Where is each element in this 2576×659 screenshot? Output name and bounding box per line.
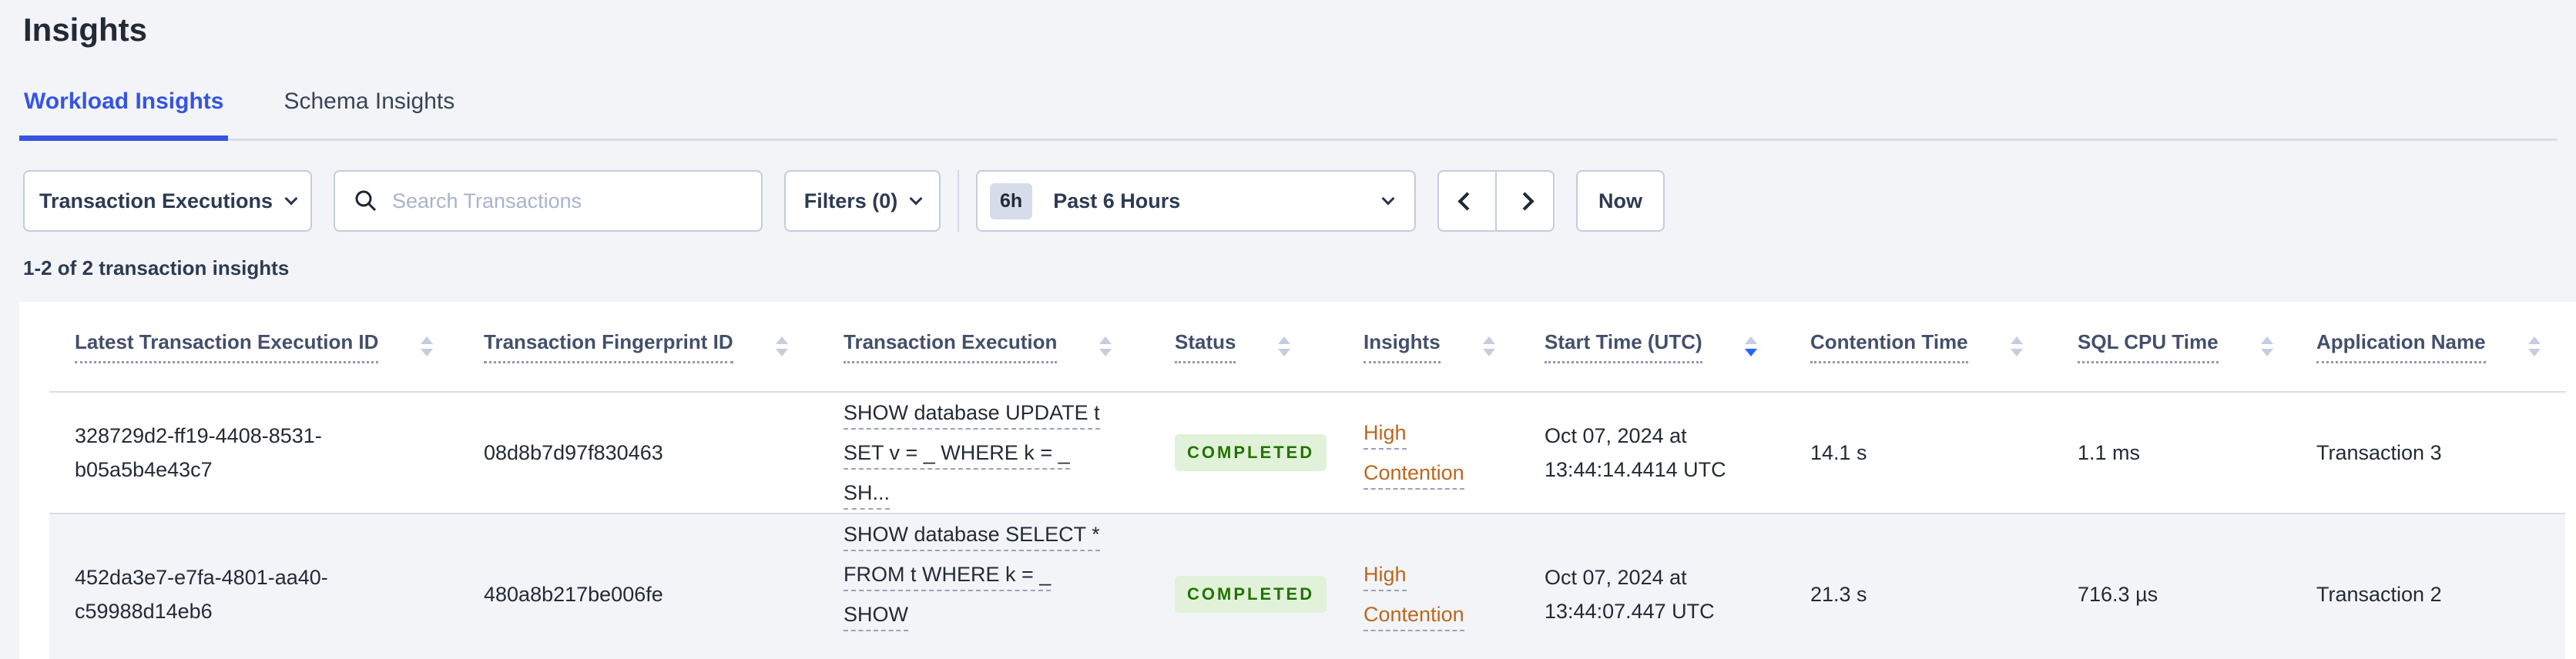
cell-status: COMPLETED [1149, 513, 1338, 659]
time-range-badge: 6h [990, 182, 1033, 219]
column-header-status[interactable]: Status [1149, 302, 1338, 393]
filters-dropdown[interactable]: Filters (0) [784, 170, 941, 232]
cell-insights: High Contention [1338, 513, 1519, 659]
insight-link[interactable]: High Contention [1363, 563, 1464, 632]
column-label: Transaction Execution [844, 330, 1058, 363]
sort-icon[interactable] [421, 336, 434, 357]
table-row: 328729d2-ff19-4408-8531-b05a5b4e43c7 08d8… [49, 392, 2565, 513]
cell-transaction-execution: SHOW database SELECT * FROM t WHERE k = _… [818, 513, 1149, 659]
page-title: Insights [23, 12, 148, 48]
column-header-sql-cpu-time[interactable]: SQL CPU Time [2052, 302, 2291, 393]
cell-start-time: Oct 07, 2024 at 13:44:07.447 UTC [1545, 566, 1715, 624]
results-summary: 1-2 of 2 transaction insights [23, 256, 290, 280]
column-label: Status [1175, 330, 1236, 363]
cell-start-time: Oct 07, 2024 at 13:44:14.4414 UTC [1545, 424, 1726, 482]
cell-contention-time: 21.3 s [1810, 583, 1867, 607]
status-badge: COMPLETED [1175, 434, 1327, 472]
status-badge: COMPLETED [1175, 576, 1327, 614]
column-header-transaction-fingerprint-id[interactable]: Transaction Fingerprint ID [458, 302, 818, 393]
cell-transaction-execution: SHOW database UPDATE t SET v = _ WHERE k … [818, 392, 1149, 513]
sort-icon[interactable] [1278, 336, 1291, 357]
time-range-picker[interactable]: 6h Past 6 Hours [976, 170, 1416, 232]
column-label: SQL CPU Time [2078, 330, 2219, 363]
time-prev-button[interactable] [1437, 170, 1497, 232]
chevron-down-icon [1381, 192, 1395, 206]
cell-latest-execution-id: 328729d2-ff19-4408-8531-b05a5b4e43c7 [75, 424, 322, 482]
table-body: 328729d2-ff19-4408-8531-b05a5b4e43c7 08d8… [49, 392, 2565, 659]
chevron-right-icon [1515, 192, 1535, 211]
tab-bar: Workload Insights Schema Insights [19, 88, 2558, 142]
cell-sql-cpu-time: 716.3 µs [2078, 583, 2158, 607]
insight-type-dropdown[interactable]: Transaction Executions [23, 170, 312, 232]
chevron-down-icon [284, 192, 298, 206]
table-row: 452da3e7-e7fa-4801-aa40-c59988d14eb6 480a… [49, 513, 2565, 659]
time-range-label: Past 6 Hours [1053, 189, 1181, 212]
column-header-contention-time[interactable]: Contention Time [1785, 302, 2052, 393]
insights-table: Latest Transaction Execution ID Transacti… [49, 302, 2565, 659]
cell-application-name: Transaction 3 [2316, 441, 2442, 465]
table-header-row: Latest Transaction Execution ID Transacti… [49, 302, 2565, 393]
cell-fingerprint-id: 08d8b7d97f830463 [484, 441, 663, 465]
cell-fingerprint-id: 480a8b217be006fe [484, 583, 663, 607]
tab-schema-insights[interactable]: Schema Insights [279, 88, 459, 141]
sort-icon[interactable] [1744, 336, 1757, 357]
cell-status: COMPLETED [1149, 392, 1338, 513]
transaction-execution-link[interactable]: SHOW database UPDATE t SET v = _ WHERE k … [844, 401, 1100, 510]
time-pager [1437, 170, 1555, 232]
cell-application-name: Transaction 2 [2316, 583, 2442, 607]
column-label: Insights [1363, 330, 1441, 363]
cell-sql-cpu-time: 1.1 ms [2078, 441, 2141, 465]
insight-type-dropdown-label: Transaction Executions [39, 189, 273, 212]
column-header-start-time-utc[interactable]: Start Time (UTC) [1519, 302, 1785, 393]
toolbar-divider [958, 170, 959, 232]
filters-dropdown-label: Filters (0) [803, 189, 898, 212]
chevron-left-icon [1457, 192, 1477, 211]
time-next-button[interactable] [1495, 170, 1555, 232]
column-header-application-name[interactable]: Application Name [2291, 302, 2565, 393]
transaction-execution-link[interactable]: SHOW database SELECT * FROM t WHERE k = _… [844, 523, 1100, 659]
search-input[interactable] [392, 189, 746, 213]
insight-link[interactable]: High Contention [1363, 421, 1464, 490]
insights-table-card: Latest Transaction Execution ID Transacti… [19, 302, 2576, 659]
sort-icon[interactable] [1099, 336, 1112, 357]
tab-workload-insights[interactable]: Workload Insights [19, 88, 229, 142]
column-header-transaction-execution[interactable]: Transaction Execution [818, 302, 1149, 393]
cell-insights: High Contention [1338, 392, 1519, 513]
toolbar: Transaction Executions Filters (0) 6h Pa… [23, 170, 2553, 232]
column-label: Latest Transaction Execution ID [75, 330, 379, 363]
column-label: Start Time (UTC) [1545, 330, 1702, 363]
search-icon [355, 190, 377, 212]
tab-schema-insights-label: Schema Insights [283, 89, 455, 115]
column-label: Contention Time [1810, 330, 1968, 363]
column-label: Application Name [2316, 330, 2486, 363]
tab-workload-insights-label: Workload Insights [24, 89, 224, 115]
sort-icon[interactable] [2260, 336, 2273, 357]
now-button[interactable]: Now [1576, 170, 1665, 232]
sort-icon[interactable] [1482, 336, 1495, 357]
cell-latest-execution-id: 452da3e7-e7fa-4801-aa40-c59988d14eb6 [75, 566, 328, 624]
chevron-down-icon [909, 192, 923, 206]
sort-icon[interactable] [775, 336, 788, 357]
search-box [334, 170, 763, 232]
sort-icon[interactable] [2527, 336, 2541, 357]
sort-icon[interactable] [2010, 336, 2023, 357]
column-header-insights[interactable]: Insights [1338, 302, 1519, 393]
insights-page: Insights Workload Insights Schema Insigh… [0, 12, 2576, 659]
column-label: Transaction Fingerprint ID [484, 330, 733, 363]
column-header-latest-transaction-execution-id[interactable]: Latest Transaction Execution ID [49, 302, 458, 393]
cell-contention-time: 14.1 s [1810, 441, 1867, 465]
